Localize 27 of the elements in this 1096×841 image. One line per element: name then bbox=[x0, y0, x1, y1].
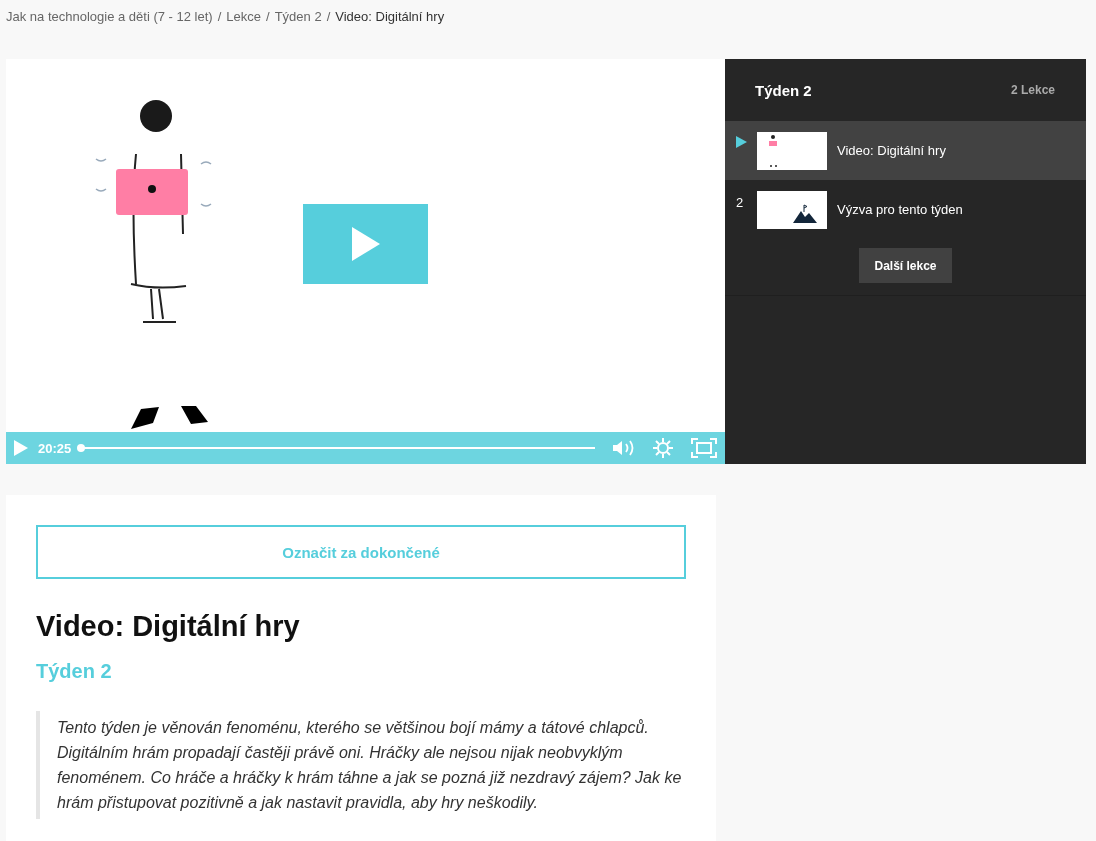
lesson-item[interactable]: 2 Výzva pro tento týden bbox=[725, 180, 1086, 239]
play-icon bbox=[736, 136, 747, 148]
lesson-count: 2 Lekce bbox=[1010, 83, 1055, 97]
next-lesson-button[interactable]: Další lekce bbox=[859, 248, 952, 283]
breadcrumb-separator: / bbox=[326, 9, 331, 26]
lesson-title: Výzva pro tento týden bbox=[837, 202, 963, 217]
video-time: 20:25 bbox=[38, 440, 72, 456]
breadcrumb-current[interactable]: Video: Digitální hry bbox=[335, 9, 445, 33]
breadcrumb-separator: / bbox=[217, 9, 222, 26]
fullscreen-icon[interactable] bbox=[691, 438, 717, 458]
breadcrumb-link[interactable]: Lekce bbox=[226, 9, 261, 33]
breadcrumb-link[interactable]: Týden 2 bbox=[274, 9, 322, 33]
play-button[interactable] bbox=[303, 204, 428, 284]
playlist-title: Týden 2 bbox=[755, 81, 812, 99]
volume-icon[interactable] bbox=[613, 440, 635, 456]
settings-icon[interactable] bbox=[653, 438, 673, 458]
play-icon[interactable] bbox=[14, 440, 28, 456]
lesson-number: 2 bbox=[736, 195, 745, 210]
play-icon bbox=[351, 227, 380, 261]
lesson-title: Video: Digitální hry bbox=[36, 609, 301, 644]
breadcrumb-link[interactable]: Jak na technologie a děti (7 - 12 let) bbox=[6, 9, 213, 33]
progress-thumb[interactable] bbox=[77, 444, 86, 452]
lesson-item[interactable]: Video: Digitální hry bbox=[725, 121, 1086, 180]
lesson-description: Tento týden je věnován fenoménu, kterého se většinou bojí mámy a tátové chlapců. Digitálním hrám propadají častěji právě oni. Hráčky ale nejsou nijak neobvyklým fenoménem. Co hráče a hráčky k hrám táhne a jak se pozná již nezdravý zájem? Jak ke hrám přistupovat pozitivně a jak nastavit pravidla, aby hry neškodily. bbox=[36, 710, 686, 819]
breadcrumb-separator: / bbox=[266, 9, 270, 26]
lesson-title: Video: Digitální hry bbox=[837, 143, 946, 158]
lesson-subtitle: Týden 2 bbox=[36, 659, 113, 683]
